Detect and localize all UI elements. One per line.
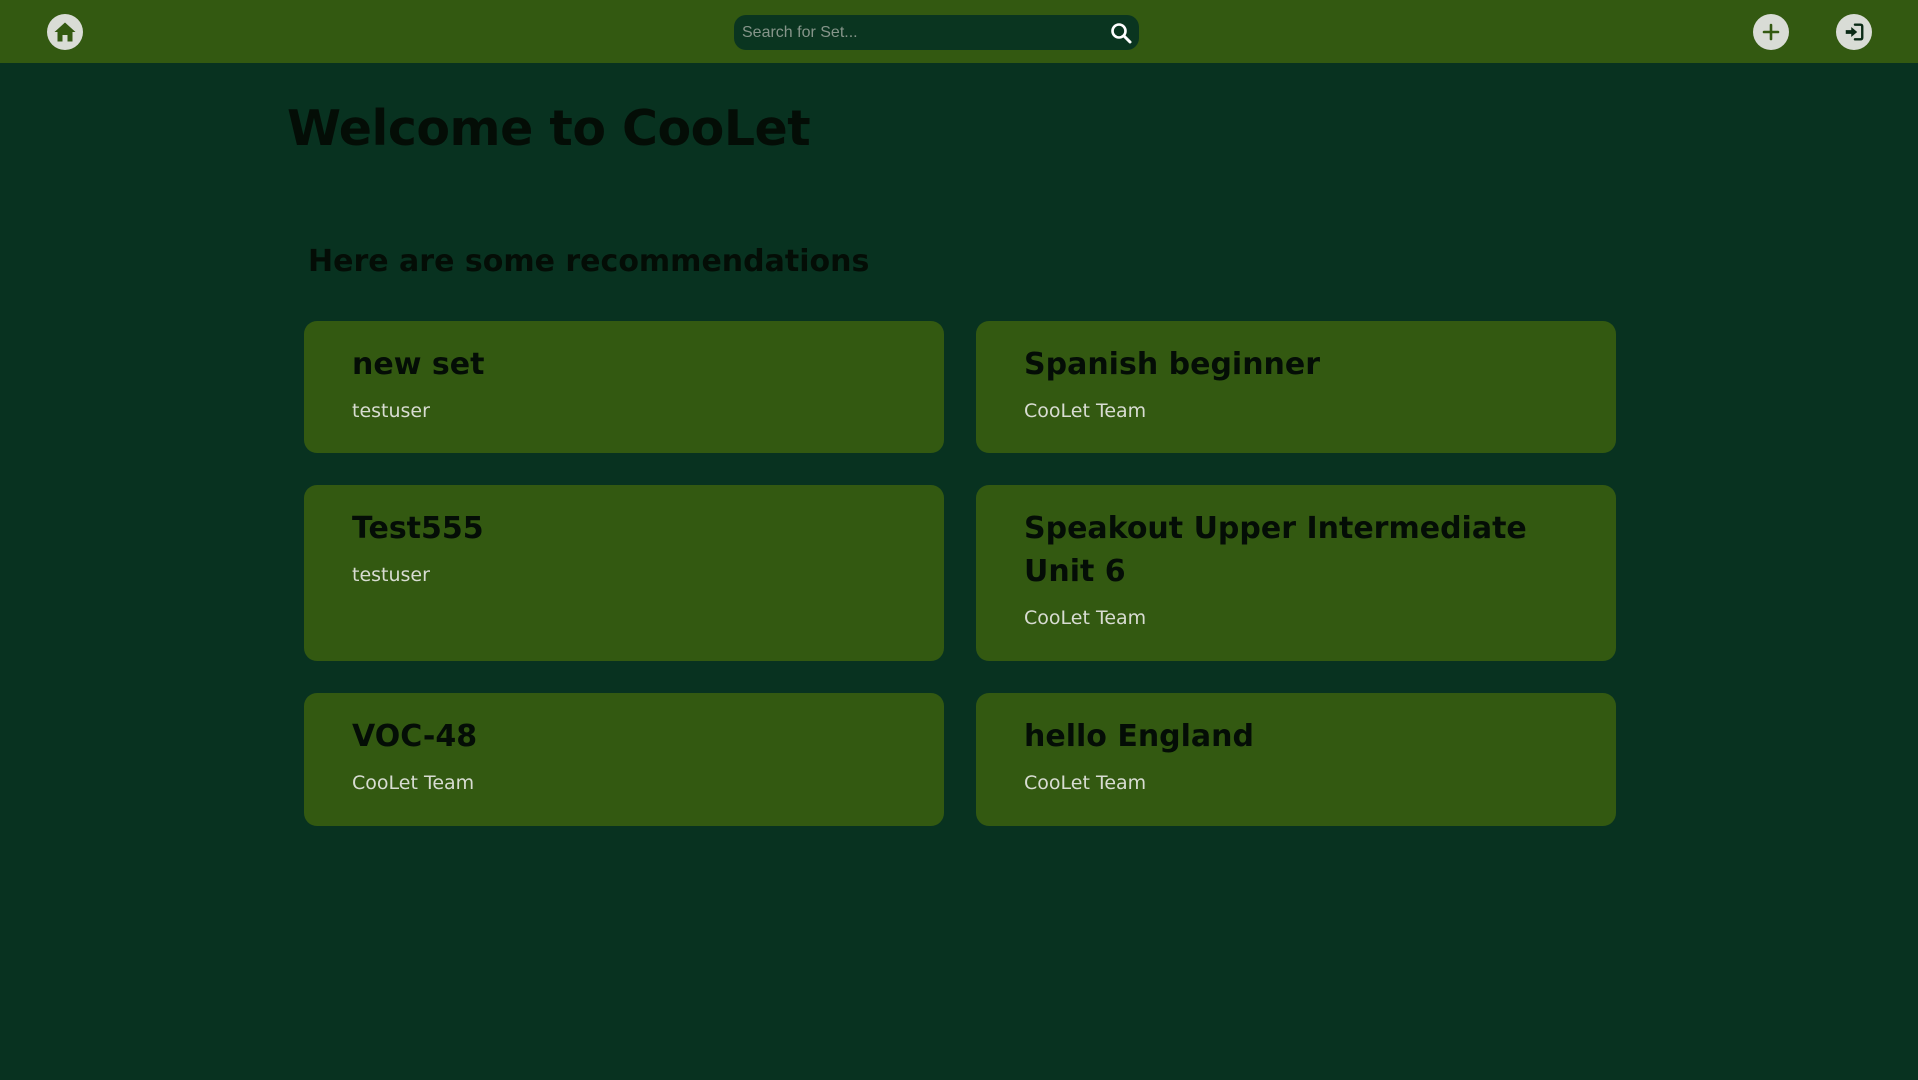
home-button[interactable] — [47, 14, 83, 50]
add-set-button[interactable] — [1753, 14, 1789, 50]
set-card[interactable]: new set testuser — [304, 321, 944, 453]
set-title: Test555 — [352, 511, 484, 546]
set-title: Spanish beginner — [1024, 347, 1321, 382]
set-title: new set — [352, 347, 485, 382]
set-card[interactable]: hello England CooLet Team — [976, 693, 1616, 826]
set-author: CooLet Team — [1024, 772, 1147, 794]
search-input[interactable] — [742, 15, 1092, 50]
set-card[interactable]: VOC-48 CooLet Team — [304, 693, 944, 826]
set-card[interactable]: Spanish beginner CooLet Team — [976, 321, 1616, 453]
search-bar — [734, 15, 1139, 50]
sign-in-icon — [1845, 23, 1864, 41]
plus-icon — [1762, 23, 1780, 41]
set-title: VOC-48 — [352, 719, 478, 754]
login-button[interactable] — [1836, 14, 1872, 50]
set-title: Speakout Upper Intermediate Unit 6 — [1024, 511, 1527, 589]
page-title: Welcome to CooLet — [287, 100, 811, 157]
recommendations-heading: Here are some recommendations — [308, 244, 870, 279]
home-icon — [54, 22, 76, 42]
set-title: hello England — [1024, 719, 1255, 754]
set-author: CooLet Team — [1024, 400, 1147, 422]
set-card[interactable]: Test555 testuser — [304, 485, 944, 661]
top-navbar — [0, 0, 1918, 63]
set-card[interactable]: Speakout Upper Intermediate Unit 6 CooLe… — [976, 485, 1616, 661]
set-author: testuser — [352, 564, 430, 586]
search-icon[interactable] — [1109, 21, 1133, 45]
set-author: CooLet Team — [352, 772, 475, 794]
set-author: testuser — [352, 400, 430, 422]
set-author: CooLet Team — [1024, 607, 1147, 629]
